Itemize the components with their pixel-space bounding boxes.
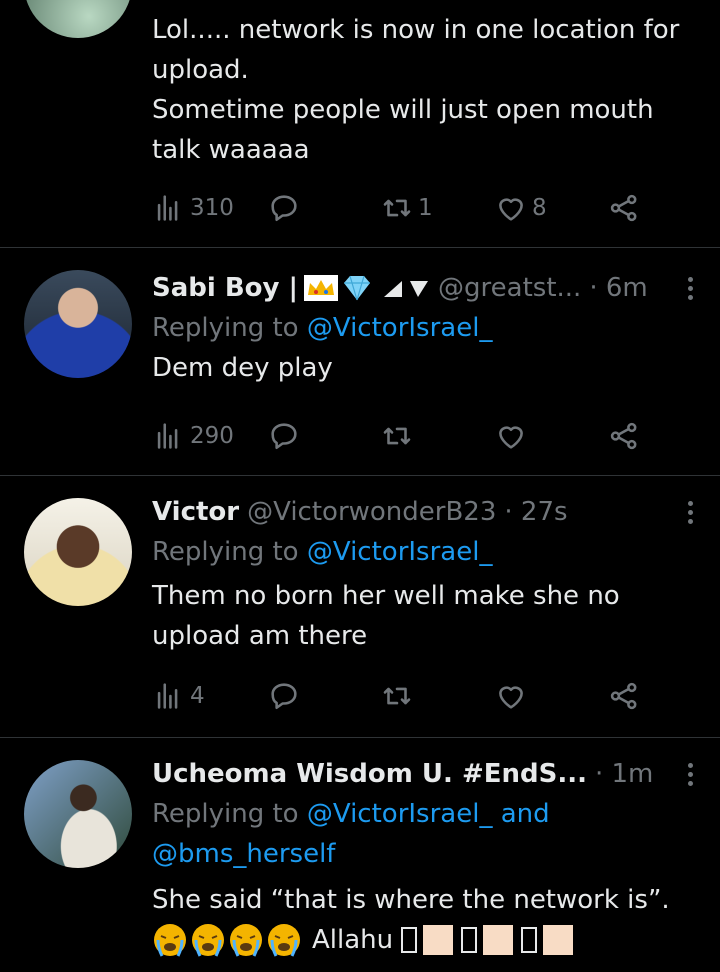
crying-face-emoji-icon (154, 924, 186, 957)
retweet-icon (380, 419, 414, 453)
reply-icon (267, 191, 301, 225)
reply-button[interactable] (267, 416, 301, 456)
avatar[interactable] (24, 760, 132, 868)
views-icon (152, 419, 186, 453)
replying-prefix: Replying to (152, 313, 307, 343)
retweet-icon (380, 191, 414, 225)
more-options-icon[interactable] (678, 268, 702, 308)
missing-glyph-icon (521, 927, 538, 953)
more-options-icon[interactable] (678, 492, 702, 532)
tweet-header: Sabi Boy | @greatst... · 6m (152, 268, 700, 308)
replying-to-line-2: @bms_herself (152, 834, 700, 874)
tweet-text: She said “that is where the network is”.… (152, 880, 700, 960)
views-button[interactable]: 290 (152, 416, 234, 456)
heart-icon (494, 191, 528, 225)
tweet-actions: 310 1 8 (152, 188, 652, 228)
views-button[interactable]: 310 (152, 188, 234, 228)
share-icon (607, 679, 641, 713)
retweet-button[interactable] (380, 676, 414, 716)
views-icon (152, 191, 186, 225)
replying-prefix: Replying to (152, 799, 307, 829)
display-name[interactable]: Sabi Boy | (152, 273, 298, 303)
like-button[interactable] (494, 416, 528, 456)
timestamp[interactable]: · 1m (595, 759, 653, 789)
skin-tone-swatch-icon (543, 925, 574, 955)
reply-icon (267, 679, 301, 713)
timestamp[interactable]: · 27s (504, 497, 567, 527)
tweet-text-line: upload. (152, 55, 249, 85)
like-button[interactable]: 8 (494, 188, 547, 228)
share-button[interactable] (607, 188, 641, 228)
crying-face-emoji-icon (192, 924, 224, 957)
missing-glyph-icon (401, 927, 418, 953)
views-count: 4 (190, 683, 205, 709)
retweet-button[interactable]: 1 (380, 188, 433, 228)
replying-prefix: Replying to (152, 537, 307, 567)
trailing-text: Allahu (312, 925, 394, 955)
replying-to-link[interactable]: @VictorIsrael_ (307, 313, 493, 343)
missing-glyph-icon (461, 927, 478, 953)
handle[interactable]: @greatst... (438, 273, 581, 303)
tweet-header: Victor @VictorwonderB23 · 27s (152, 492, 700, 532)
share-icon (607, 191, 641, 225)
tweet-text-line: Dem dey play (152, 353, 333, 383)
crying-face-emoji-icon (268, 924, 300, 957)
tweet-text-line: Sometime people will just open mouth (152, 95, 654, 125)
retweet-count: 1 (418, 195, 433, 221)
reply-button[interactable] (267, 676, 301, 716)
crying-face-emoji-icon (230, 924, 262, 957)
replying-to: Replying to @VictorIsrael_ (152, 308, 700, 348)
replying-to-link-2[interactable]: @bms_herself (152, 839, 335, 869)
like-count: 8 (532, 195, 547, 221)
replying-to: Replying to @VictorIsrael_ and (152, 794, 700, 834)
tweet-1[interactable]: Lol..... network is now in one location … (0, 0, 720, 248)
tweet-text: Lol..... network is now in one location … (152, 10, 700, 170)
replying-to-link[interactable]: @VictorIsrael_ and (307, 799, 550, 829)
heart-icon (494, 679, 528, 713)
more-options-icon[interactable] (678, 754, 702, 794)
tweet-text-line: Lol..... network is now in one location … (152, 15, 680, 45)
avatar[interactable] (24, 270, 132, 378)
retweet-icon (380, 679, 414, 713)
skin-tone-swatch-icon (483, 925, 514, 955)
crown-emoji-icon (304, 275, 339, 301)
tweet-text-line: Them no born her well make she no (152, 581, 620, 611)
tweet-2[interactable]: Sabi Boy | @greatst... · 6m Replying to … (0, 248, 720, 476)
display-name[interactable]: Ucheoma Wisdom U. #EndS... (152, 759, 587, 789)
signal-icon (384, 281, 403, 297)
arrow-icon (410, 281, 429, 297)
share-button[interactable] (607, 416, 641, 456)
views-button[interactable]: 4 (152, 676, 205, 716)
tweet-actions: 4 (152, 676, 652, 716)
like-button[interactable] (494, 676, 528, 716)
tweet-text-line: upload am there (152, 621, 368, 651)
tweet-header: Ucheoma Wisdom U. #EndS... · 1m (152, 754, 700, 794)
share-icon (607, 419, 641, 453)
reply-icon (267, 419, 301, 453)
avatar[interactable] (24, 0, 132, 38)
reply-button[interactable] (267, 188, 301, 228)
views-count: 290 (190, 423, 234, 449)
replying-to-link[interactable]: @VictorIsrael_ (307, 537, 493, 567)
tweet-text: Dem dey play (152, 348, 700, 388)
views-icon (152, 679, 186, 713)
share-button[interactable] (607, 676, 641, 716)
replying-to: Replying to @VictorIsrael_ (152, 532, 700, 572)
views-count: 310 (190, 195, 234, 221)
tweet-text: Them no born her well make she no upload… (152, 576, 700, 656)
heart-icon (494, 419, 528, 453)
gem-emoji-icon (344, 275, 371, 301)
tweet-3[interactable]: Victor @VictorwonderB23 · 27s Replying t… (0, 476, 720, 738)
emoji-line: Allahu (152, 920, 700, 960)
display-name[interactable]: Victor (152, 497, 239, 527)
tweet-text-line: talk waaaaa (152, 135, 310, 165)
tweet-text-line: She said “that is where the network is”. (152, 885, 670, 915)
avatar[interactable] (24, 498, 132, 606)
timestamp[interactable]: · 6m (589, 273, 647, 303)
retweet-button[interactable] (380, 416, 414, 456)
tweet-actions: 290 (152, 416, 652, 456)
handle[interactable]: @VictorwonderB23 (247, 497, 496, 527)
tweet-4[interactable]: Ucheoma Wisdom U. #EndS... · 1m Replying… (0, 738, 720, 972)
skin-tone-swatch-icon (423, 925, 454, 955)
